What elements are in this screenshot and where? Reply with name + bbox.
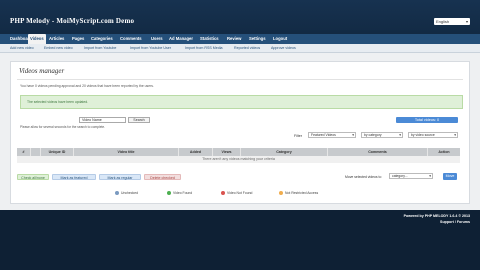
nav-ad-manager[interactable]: Ad Manager (169, 34, 193, 44)
filter-featured-select[interactable]: Featured Videos ▾ (308, 132, 356, 138)
filter-featured-value: Featured Videos (311, 133, 336, 137)
status-dot-icon (115, 191, 119, 196)
legend-unchecked: Unchecked (115, 191, 138, 196)
col-blank (31, 148, 41, 156)
legend-video-found: Video Found (167, 191, 193, 196)
mark-featured-button[interactable]: Mark as featured (52, 174, 96, 180)
col-added[interactable]: Added (179, 148, 213, 156)
page-description: You have 0 videos pending approval and 2… (20, 84, 154, 88)
col-video-title[interactable]: Video title (74, 148, 179, 156)
language-select[interactable]: English ▾ (434, 18, 470, 25)
search-field-value: Video Name (82, 118, 102, 122)
page-title: Videos manager (19, 67, 65, 75)
chevron-down-icon: ▾ (399, 133, 401, 137)
nav-review[interactable]: Review (227, 34, 241, 44)
top-header: PHP Melody - MoiMyScript.com Demo Englis… (0, 0, 480, 34)
col-category: Category (241, 148, 328, 156)
nav-pages[interactable]: Pages (72, 34, 84, 44)
legend-label: Video Not Found (227, 191, 253, 195)
delete-checked-button[interactable]: Delete checked (144, 174, 181, 180)
col-comments: Comments (328, 148, 428, 156)
footer-support-link[interactable]: Support / Forums (440, 220, 470, 224)
bulk-category-value: category... (392, 174, 408, 178)
search-field-select[interactable]: Video Name (79, 117, 126, 123)
nav-categories[interactable]: Categories (91, 34, 113, 44)
bulk-move-label: Move selected videos to (345, 175, 382, 179)
col-select-all[interactable]: # (17, 148, 31, 156)
col-unique-id[interactable]: Unique ID (41, 148, 74, 156)
status-dot-icon (167, 191, 171, 196)
total-videos-badge[interactable]: Total videos: 0 (396, 117, 458, 123)
nav-settings[interactable]: Settings (249, 34, 266, 44)
bulk-category-select[interactable]: category... ▾ (389, 173, 433, 179)
filter-label: Filter (294, 134, 302, 138)
nav-users[interactable]: Users (151, 34, 163, 44)
filter-category-select[interactable]: by category ▾ (361, 132, 403, 138)
filter-source-select[interactable]: by video source ▾ (408, 132, 458, 138)
nav-articles[interactable]: Articles (49, 34, 64, 44)
chevron-down-icon: ▾ (352, 133, 354, 137)
footer-powered-by[interactable]: Powered by PHP MELODY 1.6.4 © 2013 (404, 214, 470, 218)
subnav-import-youtube[interactable]: Import from Youtube (84, 44, 116, 52)
subnav-import-rss[interactable]: Import from RSS Media (185, 44, 223, 52)
chevron-down-icon: ▾ (454, 133, 456, 137)
site-title[interactable]: PHP Melody - MoiMyScript.com Demo (10, 17, 134, 25)
status-dot-icon (221, 191, 225, 196)
language-value: English (436, 19, 450, 24)
col-views[interactable]: Views (213, 148, 241, 156)
legend-video-not-found: Video Not Found (221, 191, 253, 196)
sub-nav: Add new video Embed new video Import fro… (0, 44, 480, 53)
mark-regular-button[interactable]: Mark as regular (99, 174, 141, 180)
legend-label: Video Found (173, 191, 193, 195)
notice-text: The selected videos have been updated. (27, 100, 89, 104)
nav-logout[interactable]: Logout (273, 34, 287, 44)
legend-label: Not Restricted Access (285, 191, 319, 195)
subnav-reported-videos[interactable]: Reported videos (234, 44, 260, 52)
move-button[interactable]: Move (443, 173, 457, 180)
divider (17, 79, 463, 80)
check-all-button[interactable]: Check all/none (17, 174, 49, 180)
status-dot-icon (279, 191, 283, 196)
main-nav: Dashboard Videos Articles Pages Categori… (0, 34, 480, 44)
content-area: Videos manager You have 0 videos pending… (0, 53, 480, 210)
nav-comments[interactable]: Comments (120, 34, 142, 44)
col-number: # (22, 150, 25, 154)
search-note: Please allow for several seconds for the… (20, 125, 106, 129)
subnav-approve-videos[interactable]: Approve videos (271, 44, 296, 52)
subnav-embed-video[interactable]: Embed new video (44, 44, 73, 52)
subnav-import-youtube-user[interactable]: Import from Youtube User (130, 44, 171, 52)
legend-not-restricted: Not Restricted Access (279, 191, 319, 196)
legend-label: Unchecked (121, 191, 138, 195)
videos-panel: Videos manager You have 0 videos pending… (10, 61, 470, 204)
nav-statistics[interactable]: Statistics (200, 34, 219, 44)
search-button[interactable]: Search (128, 117, 150, 123)
table-header: # Unique ID Video title Added Views Cate… (17, 148, 460, 156)
subnav-add-video[interactable]: Add new video (10, 44, 34, 52)
chevron-down-icon: ▾ (465, 19, 468, 24)
col-action: Action (438, 150, 450, 154)
filter-source-value: by video source (411, 133, 435, 137)
empty-table-message: There aren't any videos matching your cr… (17, 156, 460, 163)
chevron-down-icon: ▾ (429, 174, 431, 178)
nav-videos[interactable]: Videos (28, 34, 46, 44)
filter-category-value: by category (364, 133, 382, 137)
footer: Powered by PHP MELODY 1.6.4 © 2013 Suppo… (0, 210, 480, 270)
success-notice: The selected videos have been updated. (20, 95, 463, 109)
